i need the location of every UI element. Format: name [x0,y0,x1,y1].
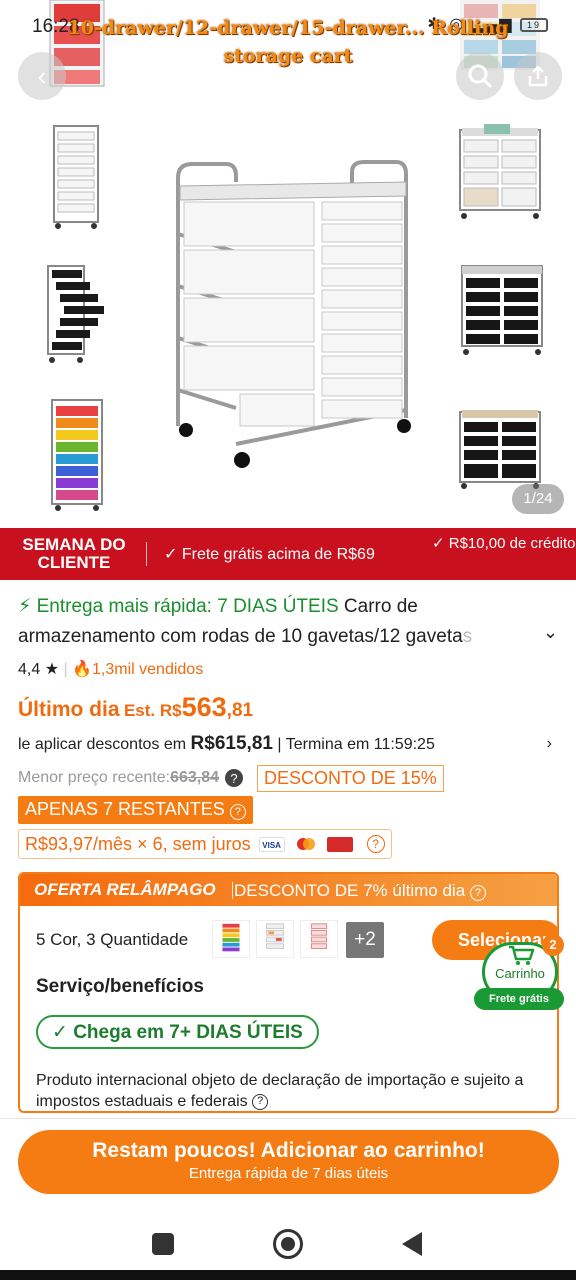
import-note: Produto internacional objeto de declaraç… [36,1072,524,1110]
flash-deal-header: OFERTA RELÂMPAGO DESCONTO DE 7% último d… [20,874,557,906]
boleto-icon [326,836,353,852]
cart-badge: 2 [542,934,564,956]
recent-apps-icon[interactable] [152,1233,174,1255]
stock-tag: APENAS 7 RESTANTES ? [18,796,253,824]
help-icon[interactable]: ? [229,804,246,820]
share-button[interactable] [514,52,562,100]
bottom-strip [0,1270,576,1280]
lightning-icon: ⚡ [18,596,32,617]
promo-banner[interactable]: SEMANA DO CLIENTE ✓ Frete grátis acima d… [0,528,576,580]
price-main: 563 [181,692,227,722]
product-name-fade: s [462,626,473,647]
last-day-label: Último dia [18,698,120,721]
variant-summary[interactable]: 5 Cor, 3 Quantidade [36,930,188,950]
promo-free-shipping: ✓ Frete grátis acima de R$69 [164,546,375,563]
cart-label: Carrinho [495,966,545,981]
variant-more[interactable]: +2 [346,922,384,958]
discount-percent-tag: DESCONTO DE 15% [257,764,444,792]
installments-label: R$93,97/mês × 6, sem juros [25,833,251,854]
rating-score: 4,4 [18,661,41,678]
flash-deal-label: OFERTA RELÂMPAGO [34,880,216,899]
add-to-cart-sub: Entrega rápida de 7 dias úteis [188,1165,389,1182]
product-title: 10-drawer/12-drawer/15-drawer... Rolling… [67,17,509,67]
chevron-down-icon[interactable]: ⌄ [543,622,558,643]
thumb-clear-cart[interactable] [454,122,546,222]
thumb-black-cart[interactable] [456,262,548,358]
floating-cart[interactable]: Carrinho Frete grátis 2 [474,934,564,1012]
add-to-cart-button[interactable]: Restam poucos! Adicionar ao carrinho! En… [18,1130,559,1194]
promo-title: SEMANA DO CLIENTE [22,535,126,572]
free-shipping-label: Frete grátis [474,988,564,1010]
help-icon[interactable]: ? [225,769,244,787]
battery-icon: 19 [520,17,548,32]
price-cents: ,81 [226,700,254,721]
help-icon[interactable]: ? [252,1093,269,1110]
help-icon[interactable]: ? [469,885,486,901]
service-title: Serviço/benefícios [36,976,204,997]
arrival-pill: ✓ Chega em 7+ DIAS ÚTEIS [36,1015,319,1049]
help-icon[interactable]: ? [366,835,385,853]
back-button[interactable]: ‹ [18,52,66,100]
cart-icon [509,945,535,965]
star-icon: ★ [44,661,60,678]
chevron-left-icon: ‹ [37,60,47,91]
promo-divider [146,542,147,566]
promo-delay-credit: ✓ R$10,00 de crédito por atraso [432,535,576,552]
price-row: Último dia Est. R$563,81 [18,692,253,723]
add-to-cart-label: Restam poucos! Adicionar ao carrinho! [92,1139,485,1162]
flash-discount-label: DESCONTO DE 7% último dia ? [234,881,486,901]
recent-price-value: 663,84 [170,769,220,786]
sold-count: 1,3mil vendidos [92,661,204,678]
gallery-counter: 1/24 [512,484,564,514]
thumb-black-cart-open[interactable] [40,260,112,368]
recent-price-row: Menor preço recente: 663,84 ? DESCONTO D… [18,764,444,792]
home-icon[interactable] [273,1229,303,1259]
installments-box[interactable]: R$93,97/mês × 6, sem juros VISA ? [18,829,392,859]
thumb-black-cart-loaded[interactable] [454,404,546,490]
divider: | [63,661,68,678]
rating-row[interactable]: 4,4 ★ | 🔥1,3mil vendidos [18,659,203,679]
product-description[interactable]: ⚡ Entrega mais rápida: 7 DIAS ÚTEIS Carr… [18,592,528,652]
product-gallery[interactable]: 16:28 ✱ ◎ ▂▄▆ 19 10-drawer/12-drawer/15-… [0,0,576,528]
chevron-right-icon[interactable]: › [547,735,552,753]
mastercard-icon [296,838,315,850]
back-triangle-icon[interactable] [402,1232,422,1256]
check-icon: ✓ [164,546,182,563]
price-est-prefix: Est. R$ [123,701,182,720]
thumb-rainbow-cart[interactable] [46,398,108,514]
main-product-image[interactable] [170,156,420,472]
check-icon: ✓ [432,535,449,552]
variant-thumb-clear[interactable] [256,920,294,958]
variant-thumb-red[interactable] [300,920,338,958]
divider [232,882,233,899]
discount-amount: R$615,81 [190,733,273,754]
search-icon [468,64,493,89]
discount-countdown-row[interactable]: le aplicar descontos em R$615,81 | Termi… [18,733,558,755]
countdown-timer: 11:59:25 [373,736,435,753]
flame-icon: 🔥 [72,661,93,678]
divider [0,1118,576,1119]
search-button[interactable] [456,52,504,100]
variant-thumb-rainbow[interactable] [212,920,250,958]
fast-delivery-label: Entrega mais rápida: 7 DIAS ÚTEIS [36,596,339,617]
discount-prefix: le aplicar descontos em [18,736,187,753]
visa-icon: VISA [258,836,285,852]
discount-suffix: | Termina em [277,736,370,753]
thumb-white-cart-slim[interactable] [46,124,108,232]
check-icon: ✓ [52,1022,68,1043]
share-icon [528,65,548,87]
recent-price-label: Menor preço recente: [18,769,171,786]
